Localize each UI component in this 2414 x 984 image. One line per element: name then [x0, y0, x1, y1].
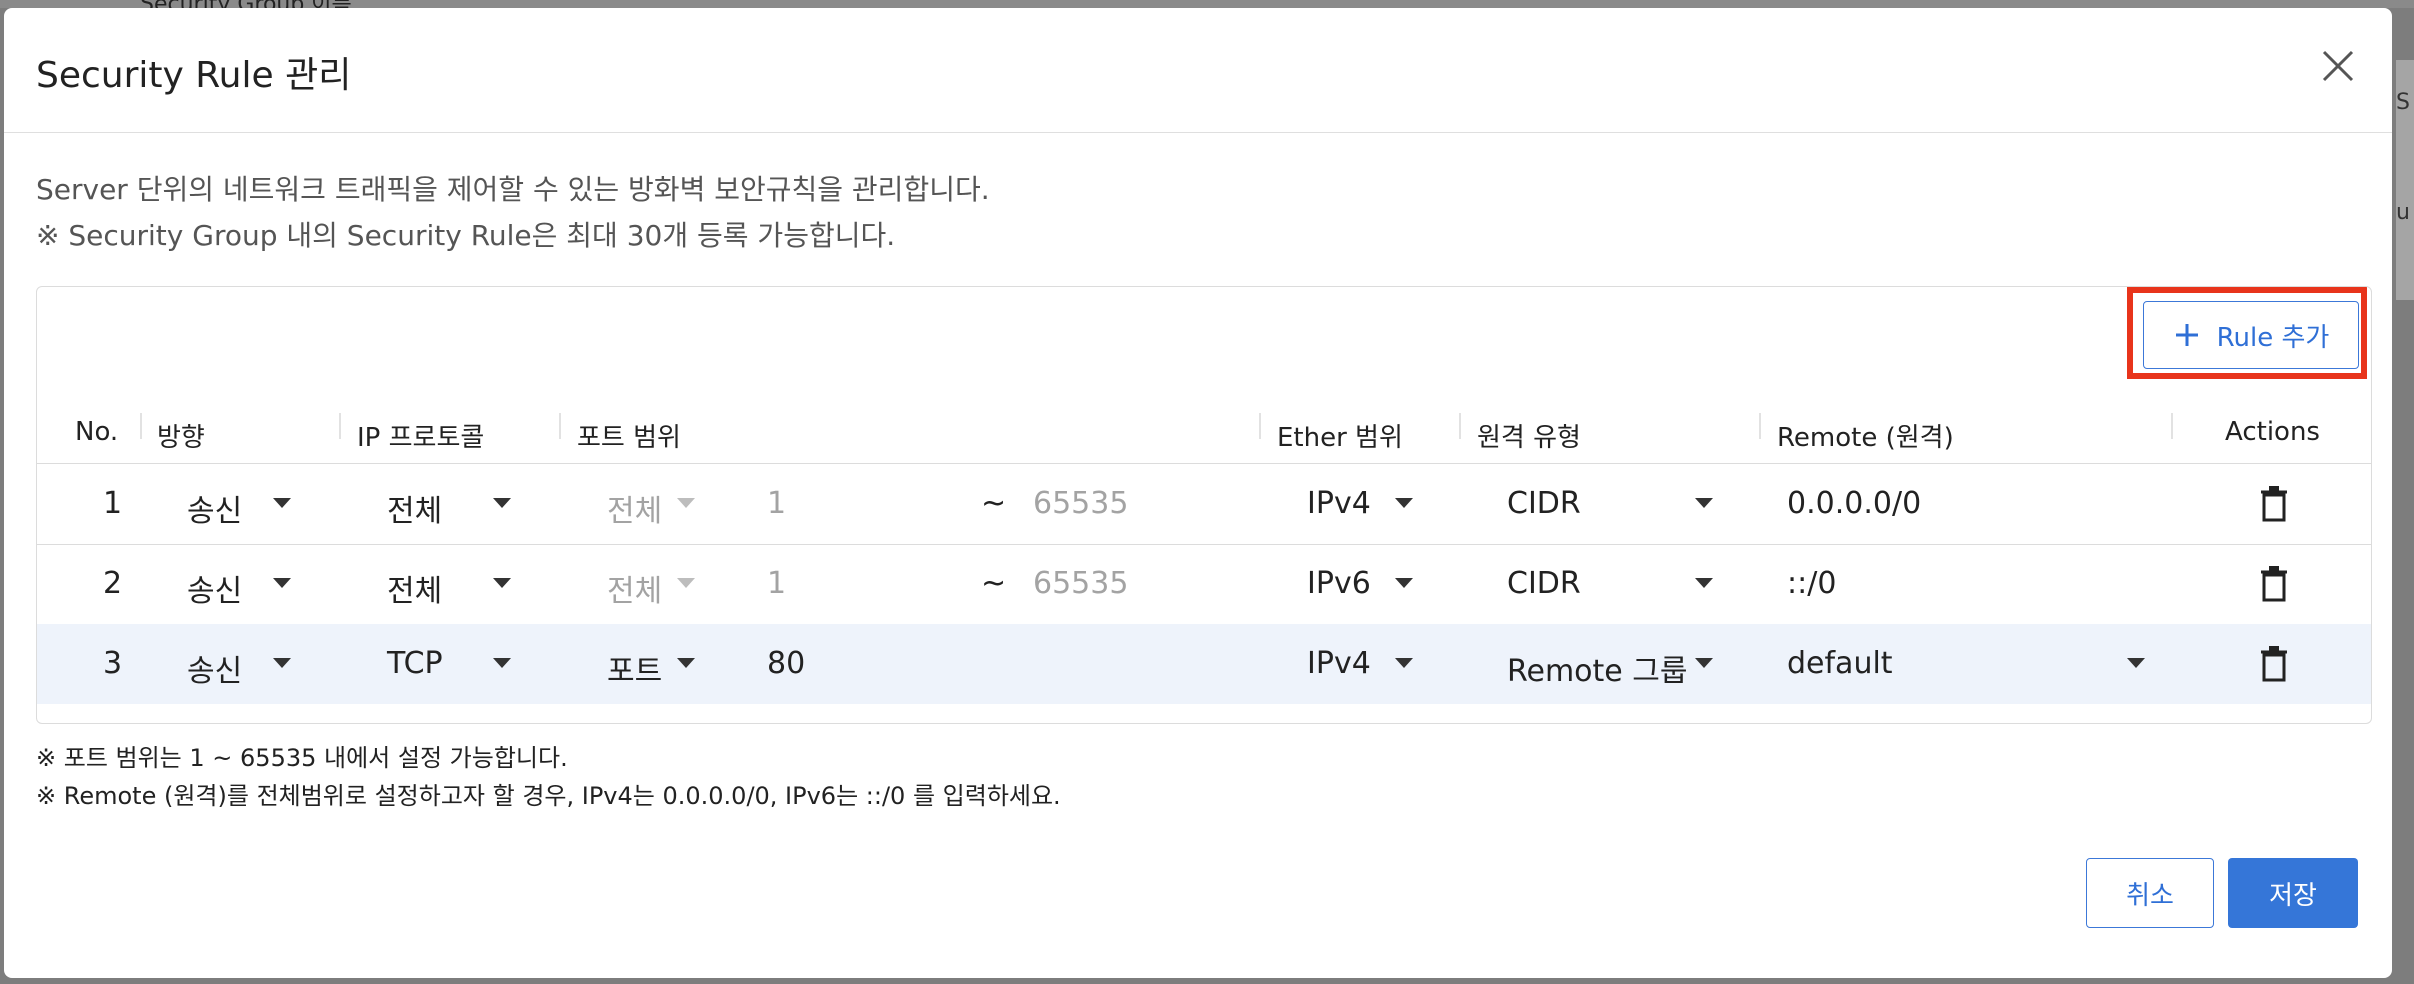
column-divider	[140, 413, 142, 439]
port-type-select[interactable]: 전체	[607, 486, 662, 530]
chevron-down-icon[interactable]	[273, 658, 291, 668]
col-no: No.	[75, 417, 119, 447]
backdrop-letter: u	[2396, 200, 2410, 225]
port-range-tilde: ~	[981, 486, 1007, 521]
row-number: 1	[103, 486, 123, 521]
chevron-down-icon[interactable]	[1395, 498, 1413, 508]
port-range-note: ※ 포트 범위는 1 ~ 65535 내에서 설정 가능합니다.	[36, 744, 568, 772]
chevron-down-icon[interactable]	[493, 578, 511, 588]
delete-icon[interactable]	[2257, 484, 2291, 524]
column-divider	[1259, 413, 1261, 439]
chevron-down-icon[interactable]	[493, 498, 511, 508]
chevron-down-icon[interactable]	[677, 498, 695, 508]
chevron-down-icon[interactable]	[677, 658, 695, 668]
ether-select[interactable]: IPv6	[1307, 566, 1371, 601]
modal-header: Security Rule 관리	[4, 8, 2392, 133]
remote-range-note: ※ Remote (원격)를 전체범위로 설정하고자 할 경우, IPv4는 0…	[36, 782, 1061, 810]
chevron-down-icon[interactable]	[1395, 658, 1413, 668]
protocol-select[interactable]: 전체	[387, 486, 442, 530]
ether-select[interactable]: IPv4	[1307, 486, 1371, 521]
col-direction: 방향	[157, 423, 205, 453]
port-type-select[interactable]: 포트	[607, 646, 662, 690]
remote-input[interactable]: ::/0	[1787, 566, 1836, 601]
column-divider	[1759, 413, 1761, 439]
col-actions: Actions	[2225, 417, 2320, 447]
column-divider	[2171, 413, 2173, 439]
chevron-down-icon[interactable]	[493, 658, 511, 668]
delete-icon[interactable]	[2257, 644, 2291, 684]
add-rule-button[interactable]: Rule 추가	[2143, 301, 2359, 369]
port-range-tilde: ~	[981, 566, 1007, 601]
chevron-down-icon[interactable]	[1395, 578, 1413, 588]
port-to-input[interactable]: 65535	[1033, 486, 1128, 521]
close-button[interactable]	[2312, 40, 2364, 92]
backdrop-letter: S	[2396, 90, 2410, 115]
backdrop-right-panel: S u	[2396, 60, 2414, 300]
remote-group-select[interactable]: default	[1787, 646, 1893, 681]
remote-type-select[interactable]: CIDR	[1507, 486, 1581, 521]
protocol-select[interactable]: TCP	[387, 646, 443, 681]
direction-select[interactable]: 송신	[187, 646, 242, 690]
port-from-input[interactable]: 1	[767, 486, 786, 521]
port-from-input[interactable]: 1	[767, 566, 786, 601]
col-remote-type: 원격 유형	[1477, 423, 1581, 453]
chevron-down-icon[interactable]	[2127, 658, 2145, 668]
row-number: 2	[103, 566, 123, 601]
modal-limit-note: ※ Security Group 내의 Security Rule은 최대 30…	[36, 219, 896, 252]
save-button[interactable]: 저장	[2228, 858, 2358, 928]
table-row: 3 송신 TCP 포트 80 IPv4 Remote 그룹 default	[37, 624, 2371, 704]
security-rule-modal: Security Rule 관리 Server 단위의 네트워크 트래픽을 제어…	[4, 8, 2392, 978]
backdrop	[0, 0, 2414, 8]
chevron-down-icon[interactable]	[1695, 658, 1713, 668]
port-to-input[interactable]: 65535	[1033, 566, 1128, 601]
ether-select[interactable]: IPv4	[1307, 646, 1371, 681]
cancel-button[interactable]: 취소	[2086, 858, 2214, 928]
row-number: 3	[103, 646, 123, 681]
remote-type-select[interactable]: Remote 그룹	[1507, 646, 1688, 690]
chevron-down-icon[interactable]	[273, 578, 291, 588]
close-icon	[2322, 50, 2354, 82]
port-type-select[interactable]: 전체	[607, 566, 662, 610]
modal-description: Server 단위의 네트워크 트래픽을 제어할 수 있는 방화벽 보안규칙을 …	[36, 173, 990, 206]
delete-icon[interactable]	[2257, 564, 2291, 604]
chevron-down-icon[interactable]	[273, 498, 291, 508]
col-ether: Ether 범위	[1277, 423, 1403, 453]
modal-title: Security Rule 관리	[36, 55, 352, 96]
add-rule-label: Rule 추가	[2216, 322, 2330, 353]
table-header: No. 방향 IP 프로토콜 포트 범위 Ether 범위 원격 유형 Remo…	[37, 395, 2371, 464]
direction-select[interactable]: 송신	[187, 566, 242, 610]
direction-select[interactable]: 송신	[187, 486, 242, 530]
plus-icon	[2175, 324, 2198, 346]
remote-input[interactable]: 0.0.0.0/0	[1787, 486, 1921, 521]
rules-table: Rule 추가 No. 방향 IP 프로토콜 포트 범위 Ether 범위 원격…	[36, 286, 2372, 724]
chevron-down-icon[interactable]	[677, 578, 695, 588]
col-protocol: IP 프로토콜	[357, 423, 485, 453]
chevron-down-icon[interactable]	[1695, 498, 1713, 508]
port-input[interactable]: 80	[767, 646, 805, 681]
col-port-range: 포트 범위	[577, 423, 681, 453]
column-divider	[1459, 413, 1461, 439]
column-divider	[339, 413, 341, 439]
table-row: 2 송신 전체 전체 1 ~ 65535 IPv6 CIDR ::/0	[37, 544, 2371, 625]
col-remote: Remote (원격)	[1777, 423, 1954, 453]
protocol-select[interactable]: 전체	[387, 566, 442, 610]
table-row: 1 송신 전체 전체 1 ~ 65535 IPv4 CIDR 0.0.0.0/0	[37, 464, 2371, 545]
remote-type-select[interactable]: CIDR	[1507, 566, 1581, 601]
chevron-down-icon[interactable]	[1695, 578, 1713, 588]
column-divider	[559, 413, 561, 439]
